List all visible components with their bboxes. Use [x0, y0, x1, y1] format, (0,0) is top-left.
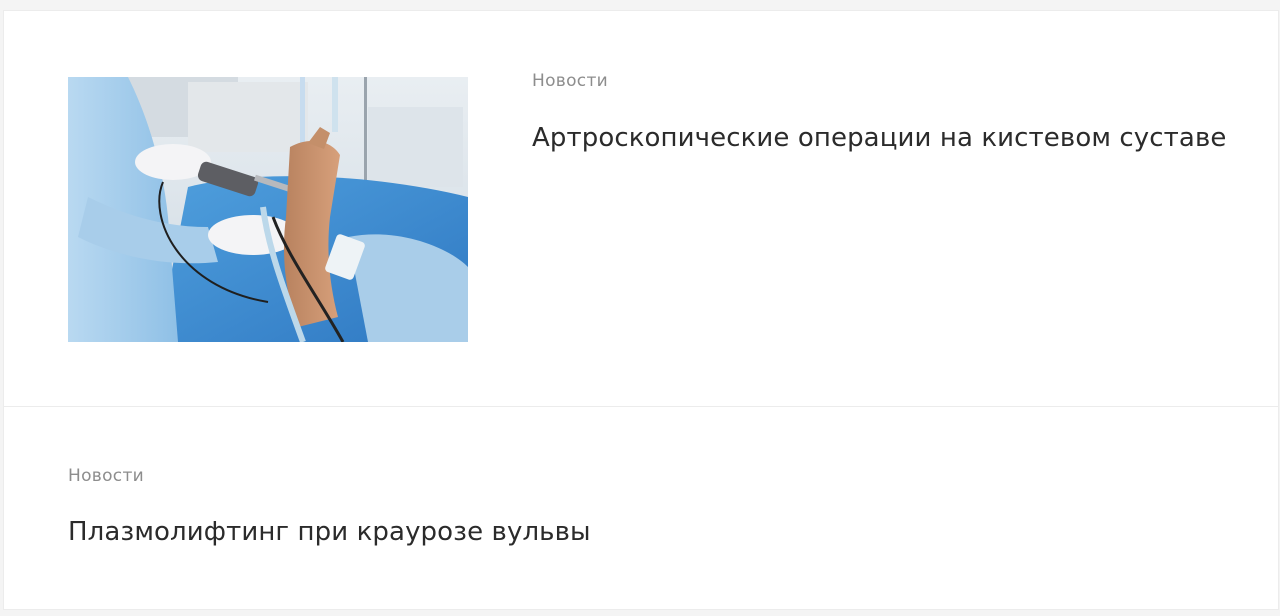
news-card-title[interactable]: Артроскопические операции на кистевом су…: [532, 123, 1226, 153]
news-card-category[interactable]: Новости: [68, 466, 144, 486]
news-card[interactable]: Новости Плазмолифтинг при краурозе вульв…: [3, 406, 1279, 610]
news-card-title[interactable]: Плазмолифтинг при краурозе вульвы: [68, 517, 591, 547]
news-card-image[interactable]: [68, 77, 468, 342]
news-card-category[interactable]: Новости: [532, 71, 608, 91]
news-feed: Новости Артроскопические операции на кис…: [0, 0, 1280, 616]
news-card[interactable]: Новости Артроскопические операции на кис…: [3, 10, 1279, 407]
